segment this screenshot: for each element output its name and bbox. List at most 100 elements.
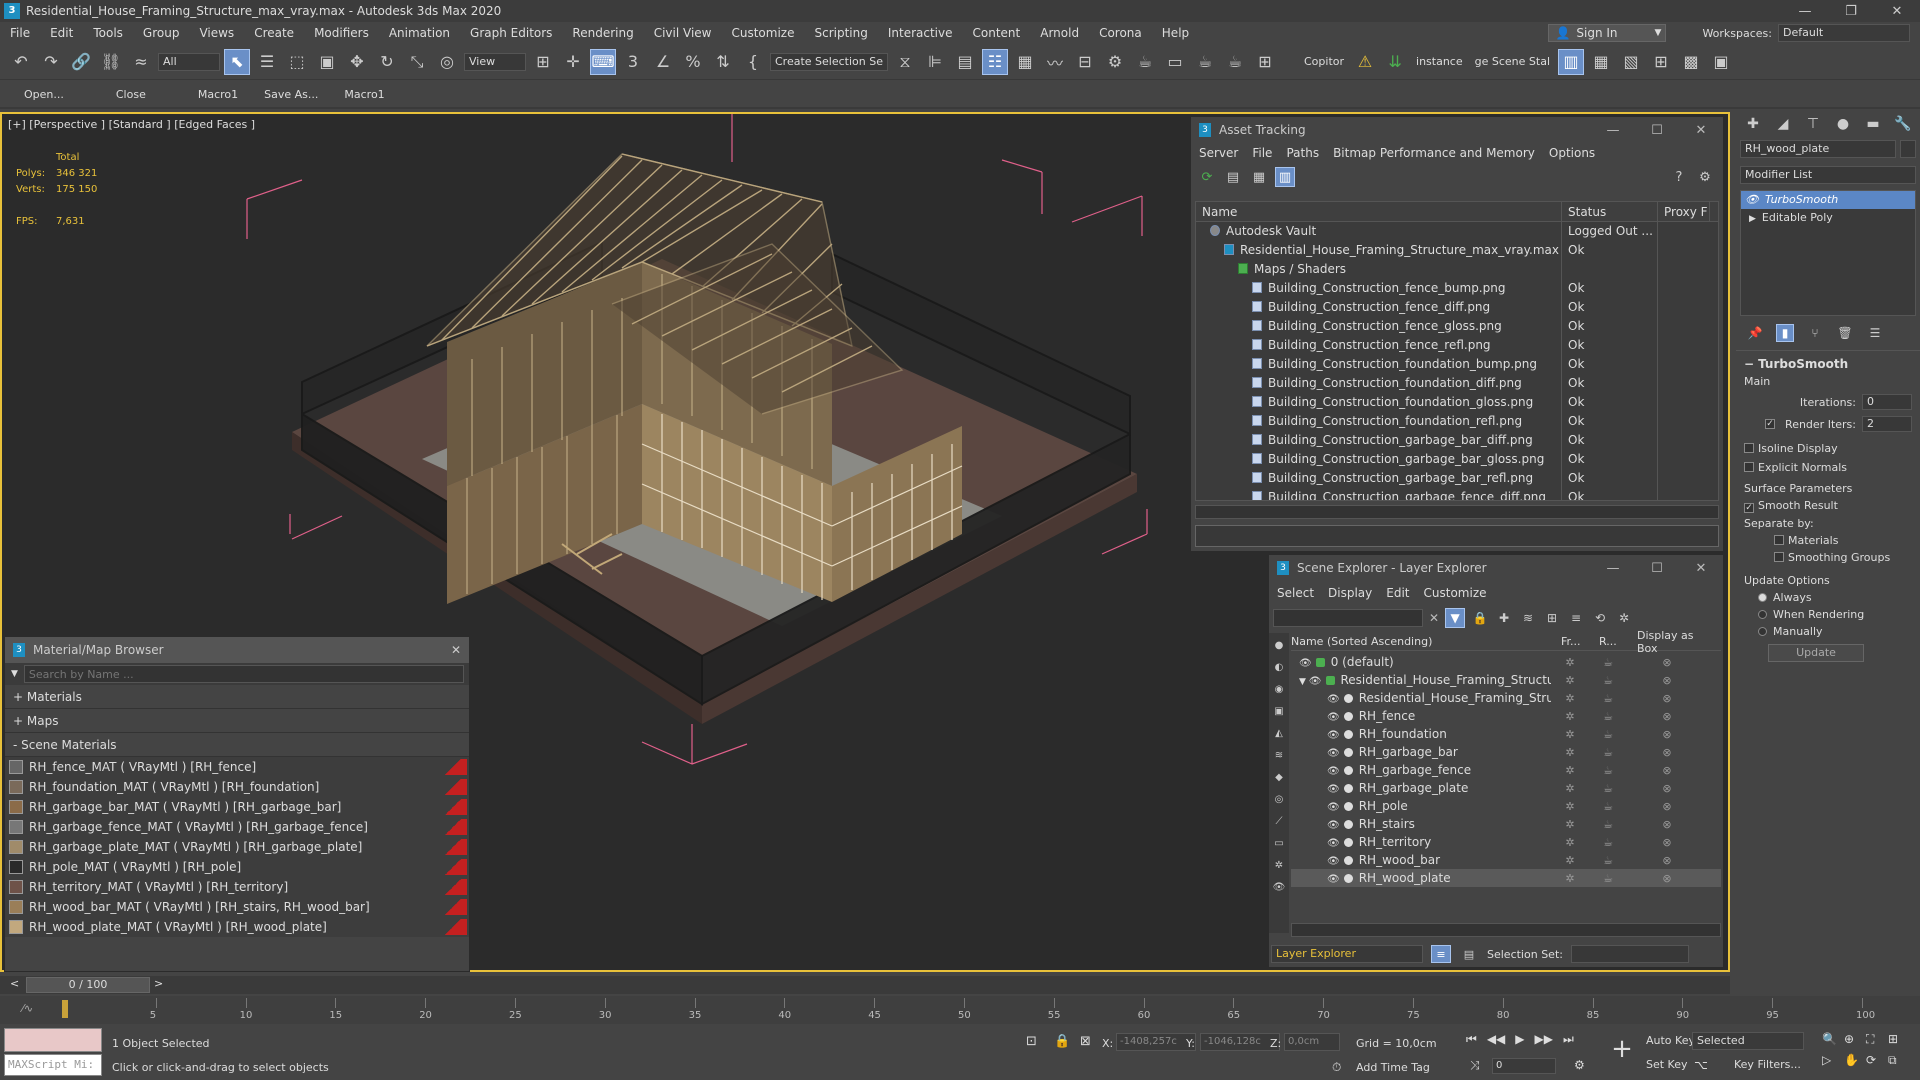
smoothing-groups-checkbox[interactable] — [1774, 552, 1784, 562]
warning-icon[interactable]: ⚠ — [1352, 49, 1378, 75]
menu-paths[interactable]: Paths — [1286, 146, 1319, 160]
render-iters-spinner[interactable]: 2 — [1862, 416, 1912, 432]
filter-icon[interactable]: ▼ — [1445, 608, 1466, 628]
mirror-icon[interactable]: ⧖ — [892, 49, 918, 75]
asset-row[interactable]: Building_Construction_fence_gloss.png Ok — [1196, 317, 1718, 336]
layout-5-icon[interactable]: ▩ — [1678, 49, 1704, 75]
box-icon[interactable]: ⊗ — [1627, 692, 1707, 705]
visibility-eye-icon[interactable]: 👁 — [1327, 748, 1340, 759]
modifier-list-select[interactable]: Modifier List — [1740, 166, 1916, 184]
visibility-eye-icon[interactable]: 👁 — [1327, 694, 1340, 705]
box-icon[interactable]: ⊗ — [1627, 656, 1707, 669]
close-icon[interactable]: ✕ — [451, 643, 461, 657]
zoom-extents-icon[interactable]: ⛶ — [1866, 1032, 1888, 1047]
time-config-icon[interactable]: ⚙ — [1574, 1058, 1585, 1072]
layout-6-icon[interactable]: ▣ — [1708, 49, 1734, 75]
render-cloud-icon[interactable]: ⊞ — [1252, 49, 1278, 75]
render-icon[interactable]: ☕ — [1589, 836, 1627, 849]
maximize-button[interactable]: ☐ — [1635, 123, 1679, 138]
zoom-all-icon[interactable]: ⊕ — [1844, 1032, 1866, 1047]
asset-row[interactable]: Maps / Shaders — [1196, 260, 1718, 279]
box-icon[interactable]: ⊗ — [1627, 818, 1707, 831]
reference-coord-select[interactable]: View — [464, 52, 526, 71]
material-row[interactable]: RH_foundation_MAT ( VRayMtl ) [RH_founda… — [5, 777, 469, 797]
edit-named-selection-icon[interactable]: { — [740, 49, 766, 75]
goto-start-icon[interactable]: ⏮ — [1466, 1032, 1477, 1047]
column-header-name[interactable]: Name — [1196, 202, 1562, 221]
scene-explorer-icon[interactable]: ☷ — [982, 48, 1008, 75]
asset-row[interactable]: Building_Construction_garbage_bar_refl.p… — [1196, 469, 1718, 488]
display-bones-icon[interactable]: ⟋ — [1271, 813, 1287, 829]
explicit-normals-checkbox[interactable] — [1744, 462, 1754, 472]
instance-button[interactable]: instance — [1412, 55, 1467, 68]
freeze-icon[interactable]: ✲ — [1551, 710, 1589, 723]
x-coordinate-field[interactable]: -1408,257c — [1116, 1033, 1196, 1051]
layout-2-icon[interactable]: ▦ — [1588, 49, 1614, 75]
list-view-icon[interactable]: ▤ — [1223, 167, 1243, 187]
scene-tree-row[interactable]: 👁 RH_garbage_plate ✲ ☕ ⊗ — [1291, 779, 1721, 797]
display-shapes-icon[interactable]: ◐ — [1271, 659, 1287, 675]
manually-radio[interactable] — [1758, 627, 1767, 636]
render-icon[interactable]: ☕ — [1589, 746, 1627, 759]
column-header-render[interactable]: R... — [1599, 635, 1637, 648]
current-frame-field[interactable]: 0 — [1492, 1058, 1556, 1074]
material-row[interactable]: RH_pole_MAT ( VRayMtl ) [RH_pole] — [5, 857, 469, 877]
display-groups-icon[interactable]: ◆ — [1271, 769, 1287, 785]
menu-server[interactable]: Server — [1199, 146, 1238, 160]
zoom-icon[interactable]: 🔍 — [1822, 1032, 1844, 1047]
asset-row[interactable]: Building_Construction_foundation_diff.pn… — [1196, 374, 1718, 393]
macro-close-button[interactable]: Close — [102, 88, 158, 101]
menu-tools[interactable]: Tools — [83, 26, 133, 40]
display-spacewarps-icon[interactable]: ≋ — [1271, 747, 1287, 763]
pivot-icon[interactable]: ⊞ — [530, 49, 556, 75]
pin-stack-icon[interactable]: 📌 — [1746, 324, 1764, 342]
menu-create[interactable]: Create — [244, 26, 304, 40]
chevron-double-down-icon[interactable]: ⇊ — [1382, 49, 1408, 75]
display-cameras-icon[interactable]: ▣ — [1271, 703, 1287, 719]
menu-arnold[interactable]: Arnold — [1030, 26, 1089, 40]
asset-row[interactable]: Building_Construction_fence_refl.png Ok — [1196, 336, 1718, 355]
prev-frame-icon[interactable]: < — [10, 977, 19, 990]
time-slider-thumb[interactable]: 0 / 100 — [26, 977, 150, 993]
select-manipulate-icon[interactable]: ✛ — [560, 49, 586, 75]
macro1-button[interactable]: Macro1 — [184, 88, 250, 101]
asset-row[interactable]: Building_Construction_foundation_refl.pn… — [1196, 412, 1718, 431]
display-lights-icon[interactable]: ◉ — [1271, 681, 1287, 697]
snaps-toggle-icon[interactable]: 3 — [620, 49, 646, 75]
render-iterative-icon[interactable]: ☕ — [1222, 49, 1248, 75]
viewport-layout-icon[interactable]: ▥ — [1558, 48, 1584, 75]
menu-content[interactable]: Content — [963, 26, 1031, 40]
asset-row[interactable]: Building_Construction_garbage_fence_diff… — [1196, 488, 1718, 500]
workspace-select[interactable]: Default — [1778, 24, 1910, 42]
menu-options[interactable]: Options — [1549, 146, 1595, 160]
scene-scrollbar[interactable] — [1291, 923, 1721, 937]
menu-interactive[interactable]: Interactive — [878, 26, 963, 40]
add-time-tag[interactable]: Add Time Tag — [1356, 1061, 1430, 1074]
table-view-icon[interactable]: ▦ — [1249, 167, 1269, 187]
selection-set-select[interactable] — [1570, 945, 1689, 963]
material-editor-icon[interactable]: ⚙ — [1102, 49, 1128, 75]
configure-sets-icon[interactable]: ☰ — [1866, 324, 1884, 342]
box-icon[interactable]: ⊗ — [1627, 728, 1707, 741]
chevron-down-icon[interactable]: ▼ — [11, 669, 18, 679]
scene-tree-row[interactable]: 👁 RH_fence ✲ ☕ ⊗ — [1291, 707, 1721, 725]
material-row[interactable]: RH_fence_MAT ( VRayMtl ) [RH_fence] — [5, 757, 469, 777]
time-slider[interactable]: < 0 / 100 > — [0, 976, 1730, 994]
material-search-input[interactable] — [23, 665, 464, 683]
maxscript-listener[interactable] — [4, 1028, 102, 1052]
sync-icon[interactable]: ⟲ — [1591, 609, 1609, 627]
make-unique-icon[interactable]: ⑂ — [1806, 324, 1824, 342]
menu-scripting[interactable]: Scripting — [804, 26, 877, 40]
set-key-plus-icon[interactable]: + — [1608, 1036, 1636, 1064]
scene-tree-row[interactable]: 👁 Residential_House_Framing_Structure✲☕⊗ — [1291, 689, 1721, 707]
visibility-eye-icon[interactable]: 👁 — [1327, 838, 1340, 849]
key-mode-icon[interactable]: ⤨ — [1470, 1058, 1480, 1073]
schematic-view-icon[interactable]: ⊟ — [1072, 49, 1098, 75]
scene-tree-row[interactable]: 👁 RH_wood_bar ✲ ☕ ⊗ — [1291, 851, 1721, 869]
help-icon[interactable]: ? — [1669, 167, 1689, 187]
box-icon[interactable]: ⊗ — [1627, 674, 1707, 687]
scene-tree-row[interactable]: 👁 RH_wood_plate ✲ ☕ ⊗ — [1291, 869, 1721, 887]
scene-tree-row[interactable]: 👁 RH_garbage_fence ✲ ☕ ⊗ — [1291, 761, 1721, 779]
visibility-eye-icon[interactable]: 👁 — [1327, 802, 1340, 813]
menu-corona[interactable]: Corona — [1089, 26, 1152, 40]
